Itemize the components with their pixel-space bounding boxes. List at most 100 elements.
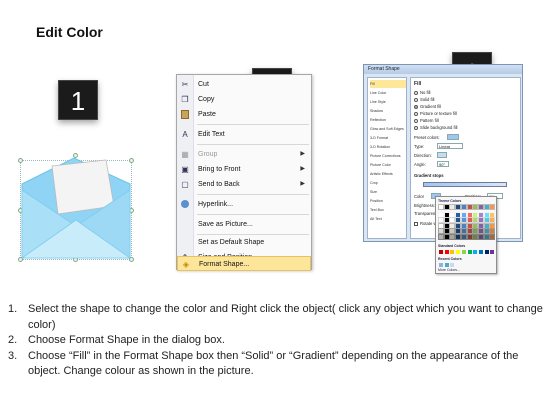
color-swatch[interactable] (466, 211, 473, 218)
color-swatch[interactable] (455, 217, 462, 223)
color-swatch[interactable] (449, 211, 456, 218)
color-swatch[interactable] (456, 250, 461, 254)
gradient-stops-bar[interactable] (423, 182, 507, 187)
category-3d-format[interactable]: 3-D Format (370, 134, 406, 142)
radio-button[interactable] (414, 125, 418, 130)
color-swatch[interactable] (460, 217, 467, 223)
checkbox[interactable] (414, 221, 418, 226)
radio-button[interactable] (414, 97, 418, 102)
color-swatch[interactable] (472, 228, 479, 234)
color-swatch[interactable] (490, 250, 495, 254)
color-swatch[interactable] (449, 228, 456, 234)
color-swatch[interactable] (483, 211, 490, 218)
category-crop[interactable]: Crop (370, 179, 406, 187)
color-swatch[interactable] (444, 263, 449, 267)
menu-item-cut[interactable]: ✂ Cut (177, 77, 311, 92)
color-swatch[interactable] (439, 263, 443, 267)
color-swatch[interactable] (483, 233, 490, 240)
category-line-style[interactable]: Line Style (370, 98, 406, 106)
category-picture-corrections[interactable]: Picture Corrections (370, 152, 406, 160)
color-swatch[interactable] (439, 250, 443, 254)
color-swatch[interactable] (443, 204, 450, 210)
category-reflection[interactable]: Reflection (370, 116, 406, 124)
color-swatch[interactable] (489, 217, 496, 223)
category-line-color[interactable]: Line Color (370, 89, 406, 97)
color-swatch[interactable] (443, 228, 450, 234)
color-swatch[interactable] (483, 217, 490, 223)
color-swatch[interactable] (489, 228, 496, 234)
fill-option-no-fill[interactable]: No fill (414, 90, 430, 95)
more-colors-link[interactable]: More Colors... (438, 268, 460, 272)
color-swatch[interactable] (455, 228, 462, 234)
fill-option-pattern[interactable]: Pattern fill (414, 118, 439, 123)
color-swatch[interactable] (449, 222, 456, 229)
color-swatch[interactable] (455, 211, 462, 218)
color-swatch[interactable] (444, 250, 449, 254)
color-swatch[interactable] (473, 250, 478, 254)
type-dropdown[interactable]: Linear (437, 143, 463, 149)
color-swatch[interactable] (450, 250, 455, 254)
color-swatch[interactable] (466, 217, 473, 223)
color-swatch[interactable] (450, 263, 455, 267)
direction-dropdown[interactable] (437, 152, 447, 158)
color-swatch[interactable] (466, 233, 473, 240)
fill-option-slide-bg[interactable]: Slide background fill (414, 125, 457, 130)
color-swatch[interactable] (438, 204, 444, 210)
color-swatch[interactable] (466, 204, 473, 210)
color-swatch[interactable] (461, 250, 466, 254)
color-swatch[interactable] (483, 222, 490, 229)
color-swatch[interactable] (484, 250, 489, 254)
color-swatch[interactable] (472, 222, 479, 229)
category-artistic-effects[interactable]: Artistic Effects (370, 170, 406, 178)
color-swatch[interactable] (478, 250, 483, 254)
color-swatch[interactable] (455, 233, 462, 240)
color-swatch[interactable] (489, 211, 496, 218)
color-swatch[interactable] (467, 250, 472, 254)
category-size[interactable]: Size (370, 188, 406, 196)
menu-item-edit-text[interactable]: A Edit Text (177, 127, 311, 142)
color-swatch[interactable] (472, 233, 479, 240)
color-swatch[interactable] (460, 222, 467, 229)
color-swatch[interactable] (466, 228, 473, 234)
color-swatch[interactable] (438, 222, 444, 229)
color-swatch[interactable] (460, 204, 467, 210)
fill-option-gradient[interactable]: Gradient fill (414, 104, 441, 109)
menu-item-set-default-shape[interactable]: Set as Default Shape (177, 235, 311, 250)
menu-item-group[interactable]: ▦ Group ▶ (177, 147, 311, 162)
category-glow[interactable]: Glow and Soft Edges (370, 125, 406, 133)
radio-button[interactable] (414, 90, 418, 95)
color-swatch[interactable] (449, 233, 456, 240)
color-swatch[interactable] (489, 204, 496, 210)
category-alt-text[interactable]: Alt Text (370, 215, 406, 223)
menu-item-paste[interactable]: Paste (177, 107, 311, 122)
category-picture-color[interactable]: Picture Color (370, 161, 406, 169)
color-swatch[interactable] (477, 228, 484, 234)
color-swatch[interactable] (449, 204, 456, 210)
category-3d-rotation[interactable]: 3-D Rotation (370, 143, 406, 151)
color-swatch[interactable] (489, 233, 496, 240)
category-shadow[interactable]: Shadow (370, 107, 406, 115)
radio-button[interactable] (414, 118, 418, 123)
radio-button[interactable] (414, 111, 418, 116)
menu-item-bring-to-front[interactable]: ▣ Bring to Front ▶ (177, 162, 311, 177)
category-text-box[interactable]: Text Box (370, 206, 406, 214)
category-fill[interactable]: Fill (370, 80, 406, 88)
angle-input[interactable]: 90° (437, 161, 449, 167)
color-swatch[interactable] (472, 211, 479, 218)
color-swatch[interactable] (455, 204, 462, 210)
fill-option-solid[interactable]: Solid fill (414, 97, 434, 102)
menu-item-save-as-picture[interactable]: Save as Picture... (177, 217, 311, 232)
color-swatch[interactable] (449, 217, 456, 223)
color-swatch[interactable] (477, 222, 484, 229)
fill-option-picture[interactable]: Picture or texture fill (414, 111, 457, 116)
color-swatch[interactable] (460, 233, 467, 240)
color-swatch[interactable] (460, 228, 467, 234)
color-swatch[interactable] (477, 217, 484, 223)
color-swatch[interactable] (460, 211, 467, 218)
color-swatch[interactable] (438, 217, 444, 223)
color-swatch[interactable] (455, 222, 462, 229)
menu-item-hyperlink[interactable]: Hyperlink... (177, 197, 311, 212)
color-swatch[interactable] (438, 233, 444, 240)
menu-item-send-to-back[interactable]: ▢ Send to Back ▶ (177, 177, 311, 192)
color-swatch[interactable] (443, 211, 450, 218)
